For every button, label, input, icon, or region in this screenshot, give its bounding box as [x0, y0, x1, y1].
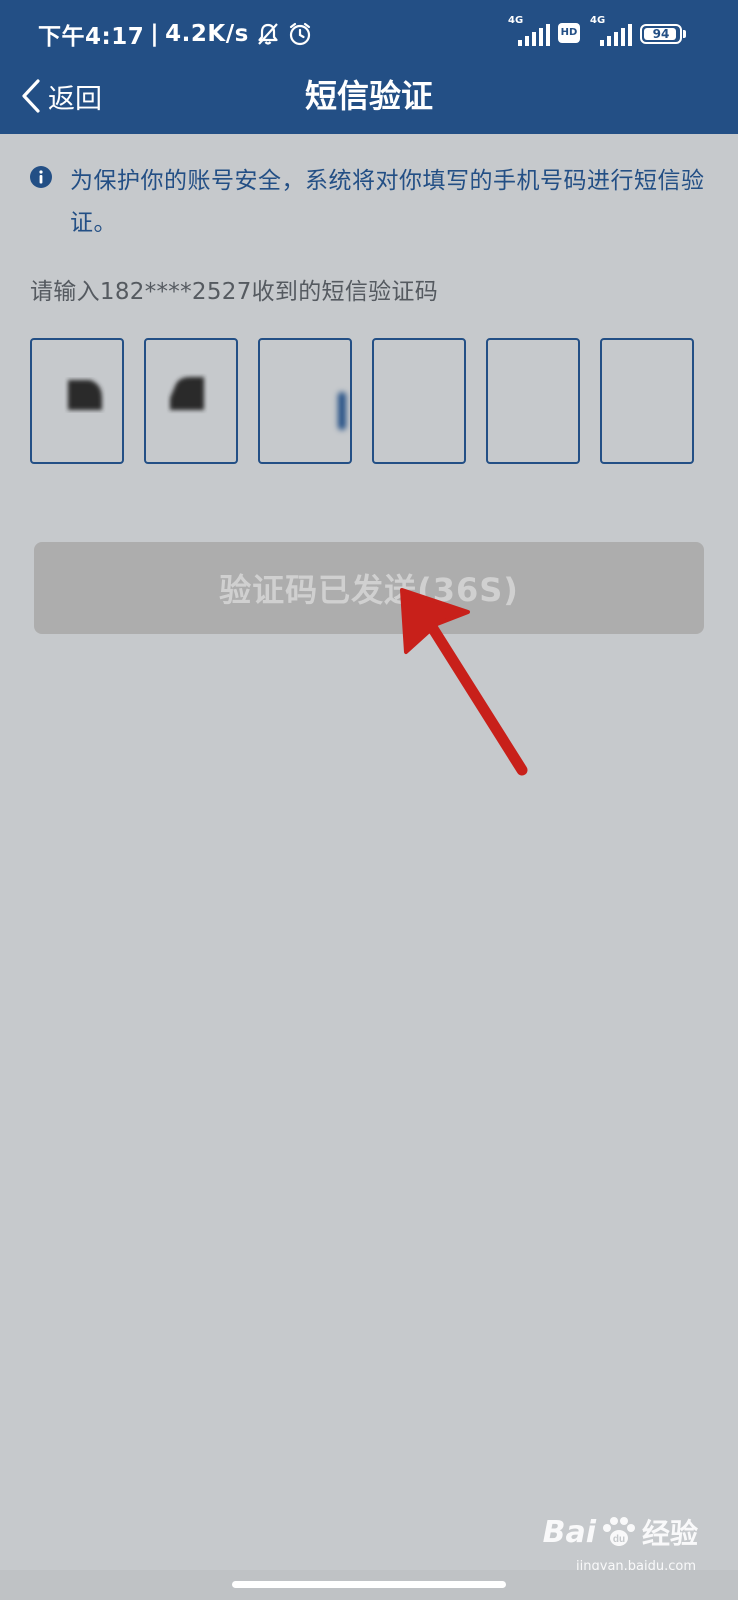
code-digit-6: [602, 340, 692, 462]
notice-text: 为保护你的账号安全，系统将对你填写的手机号码进行短信验证。: [70, 168, 705, 236]
nav-bar: 返回 短信验证: [0, 66, 738, 134]
code-digit-box-3[interactable]: [258, 338, 352, 464]
sim2-signal-icon: 4G: [590, 15, 632, 46]
code-digit-box-4[interactable]: [372, 338, 466, 464]
page-title: 短信验证: [304, 77, 433, 115]
status-separator: |: [150, 21, 160, 47]
code-digit-box-5[interactable]: [486, 338, 580, 464]
code-digit-5: [488, 340, 578, 462]
info-icon: [30, 166, 52, 188]
status-time: 下午4:17: [38, 24, 145, 50]
home-indicator[interactable]: [232, 1581, 506, 1588]
watermark-suffix: 经验: [641, 1517, 698, 1550]
alarm-clock-icon: [287, 21, 313, 47]
sms-code-prompt: 请输入182****2527收到的短信验证码: [30, 279, 439, 305]
resend-code-button[interactable]: 验证码已发送(36S): [34, 542, 704, 634]
muted-bell-icon: [255, 21, 281, 47]
status-bar: 下午4:17 | 4.2K/s 4G HD 4G 94: [0, 0, 738, 66]
watermark-brand: Bai: [542, 1514, 596, 1550]
input-cursor: [338, 392, 346, 430]
code-digit-box-2[interactable]: [144, 338, 238, 464]
status-left: 下午4:17 | 4.2K/s: [38, 17, 313, 51]
code-digit-box-6[interactable]: [600, 338, 694, 464]
blurred-digit-mark-1: [68, 380, 102, 410]
battery-icon: 94: [640, 24, 686, 44]
blurred-digit-mark-2: [170, 377, 204, 410]
baidu-jingyan-watermark: Bai du 经验 jingyan.baidu.com: [542, 1512, 698, 1575]
hd-voice-badge: HD: [558, 23, 580, 43]
paw-logo-icon: du: [602, 1517, 635, 1546]
security-notice: 为保护你的账号安全，系统将对你填写的手机号码进行短信验证。: [30, 160, 710, 244]
svg-text:du: du: [613, 1534, 625, 1545]
sms-code-input[interactable]: [30, 338, 708, 468]
network-speed: 4.2K/s: [165, 21, 249, 47]
code-digit-3: [260, 340, 350, 462]
resend-countdown-label: 验证码已发送(36S): [219, 571, 519, 609]
battery-percent: 94: [652, 27, 670, 41]
app-header: 下午4:17 | 4.2K/s 4G HD 4G 94 返回 短信验证: [0, 0, 738, 134]
sim1-signal-icon: 4G: [508, 15, 550, 46]
code-digit-4: [374, 340, 464, 462]
status-right: 4G HD 4G 94: [508, 15, 686, 46]
code-digit-box-1[interactable]: [30, 338, 124, 464]
